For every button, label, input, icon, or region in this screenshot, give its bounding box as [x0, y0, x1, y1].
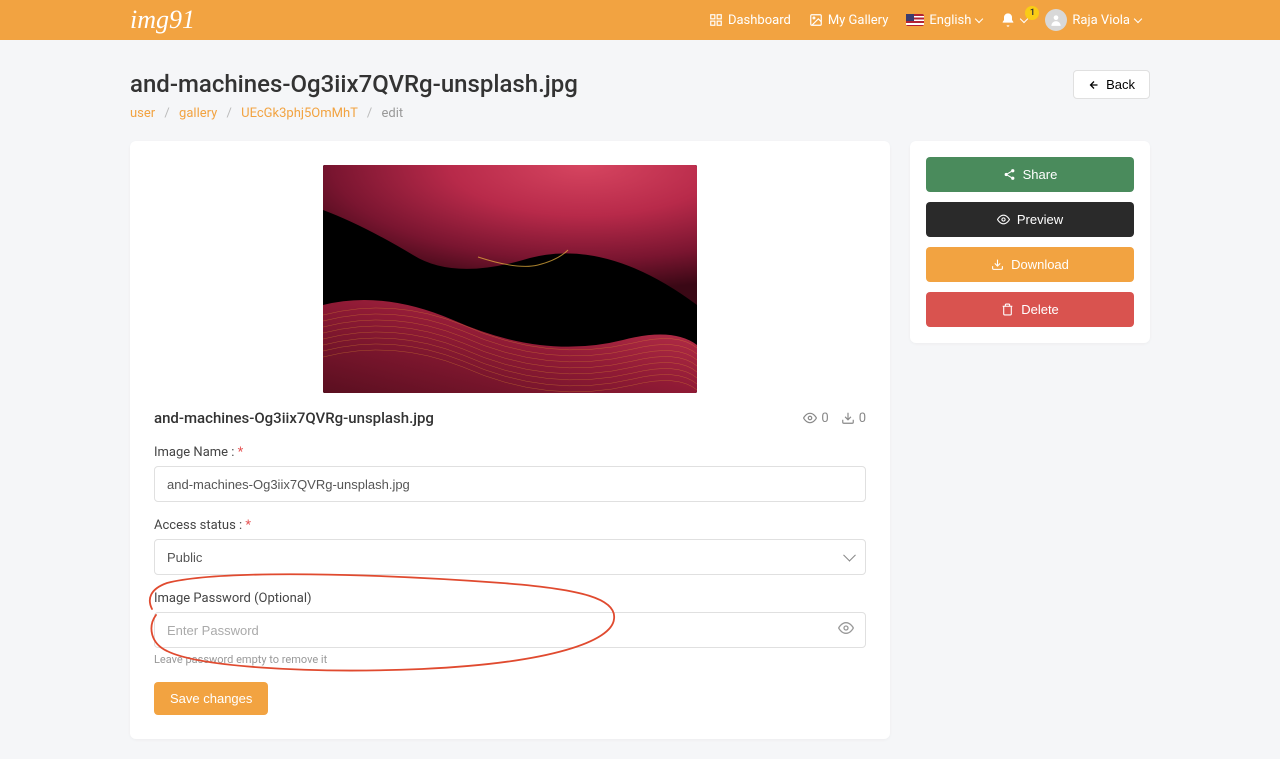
- access-label: Access status : *: [154, 518, 866, 533]
- back-button-label: Back: [1106, 77, 1135, 92]
- views-count: 0: [821, 411, 828, 426]
- password-label: Image Password (Optional): [154, 591, 866, 606]
- password-help-text: Leave password empty to remove it: [154, 653, 866, 666]
- share-button[interactable]: Share: [926, 157, 1134, 192]
- download-label: Download: [1011, 257, 1069, 272]
- nav-gallery[interactable]: My Gallery: [800, 13, 898, 28]
- preview-label: Preview: [1017, 212, 1063, 227]
- downloads-count: 0: [859, 411, 866, 426]
- gallery-icon: [809, 13, 823, 27]
- save-button[interactable]: Save changes: [154, 682, 268, 715]
- arrow-left-icon: [1088, 79, 1100, 91]
- breadcrumb-gallery[interactable]: gallery: [179, 106, 217, 121]
- dashboard-icon: [709, 13, 723, 27]
- nav-user-label: Raja Viola: [1072, 13, 1130, 28]
- password-input[interactable]: [154, 612, 866, 648]
- flag-us-icon: [906, 14, 924, 26]
- brand-logo[interactable]: img91: [130, 5, 195, 35]
- image-name-input[interactable]: [154, 466, 866, 502]
- password-toggle[interactable]: [838, 620, 854, 640]
- avatar: [1045, 9, 1067, 31]
- nav-gallery-label: My Gallery: [828, 13, 889, 28]
- breadcrumb-id[interactable]: UEcGk3phj5OmMhT: [241, 106, 358, 121]
- edit-card: and-machines-Og3iix7QVRg-unsplash.jpg 0 …: [130, 141, 890, 739]
- download-icon: [841, 411, 855, 425]
- delete-label: Delete: [1021, 302, 1059, 317]
- download-button[interactable]: Download: [926, 247, 1134, 282]
- access-status-select[interactable]: [154, 539, 866, 575]
- share-icon: [1003, 168, 1016, 181]
- breadcrumb-user[interactable]: user: [130, 106, 155, 121]
- eye-icon: [838, 620, 854, 636]
- nav-language[interactable]: English: [897, 13, 991, 28]
- share-label: Share: [1023, 167, 1058, 182]
- actions-card: Share Preview Download Delete: [910, 141, 1150, 343]
- image-preview: [323, 165, 697, 393]
- nav-notifications[interactable]: 1: [991, 12, 1036, 28]
- trash-icon: [1001, 303, 1014, 316]
- chevron-down-icon: [1134, 15, 1142, 23]
- nav-user-menu[interactable]: Raja Viola: [1036, 9, 1150, 31]
- delete-button[interactable]: Delete: [926, 292, 1134, 327]
- name-label: Image Name : *: [154, 445, 866, 460]
- page-title: and-machines-Og3iix7QVRg-unsplash.jpg: [130, 70, 578, 98]
- preview-button[interactable]: Preview: [926, 202, 1134, 237]
- nav-dashboard-label: Dashboard: [728, 13, 791, 28]
- breadcrumb: user / gallery / UEcGk3phj5OmMhT / edit: [130, 106, 578, 121]
- bell-icon: [1000, 12, 1016, 28]
- back-button[interactable]: Back: [1073, 70, 1150, 99]
- nav-language-label: English: [929, 13, 971, 28]
- chevron-down-icon: [975, 15, 983, 23]
- navbar: img91 Dashboard My Gallery English 1 Raj…: [0, 0, 1280, 40]
- views-stat: 0: [803, 411, 828, 426]
- downloads-stat: 0: [841, 411, 866, 426]
- eye-icon: [997, 213, 1010, 226]
- eye-icon: [803, 411, 817, 425]
- download-icon: [991, 258, 1004, 271]
- image-filename: and-machines-Og3iix7QVRg-unsplash.jpg: [154, 409, 434, 427]
- nav-dashboard[interactable]: Dashboard: [700, 13, 800, 28]
- breadcrumb-current: edit: [381, 106, 403, 121]
